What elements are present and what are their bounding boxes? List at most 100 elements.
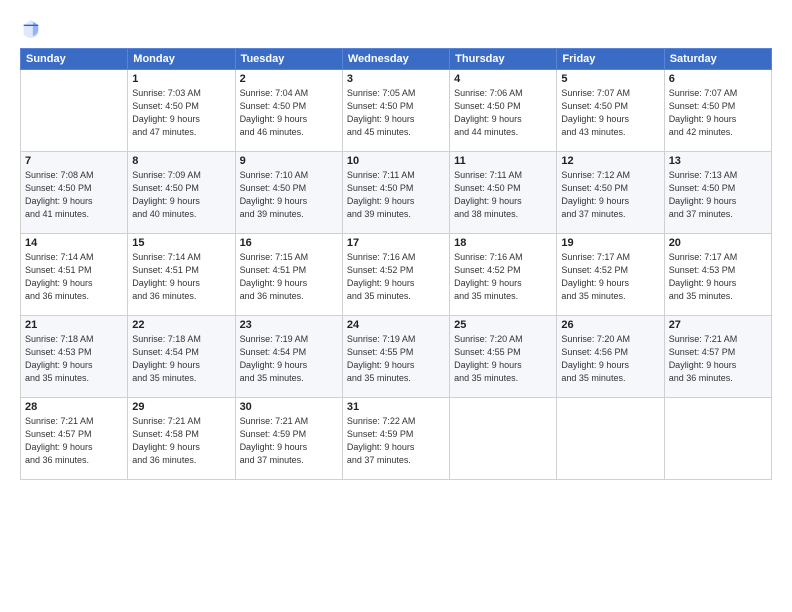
day-number: 29 [132, 401, 230, 413]
weekday-header-tuesday: Tuesday [235, 49, 342, 70]
calendar-cell: 20Sunrise: 7:17 AM Sunset: 4:53 PM Dayli… [664, 234, 771, 316]
calendar-cell: 24 Sunrise: 7:19 AM Sunset: 4:55 PM Dayli… [342, 316, 449, 398]
cell-info: Sunrise: 7:18 AM Sunset: 4:54 PM Dayligh… [132, 333, 230, 385]
day-number: 14 [25, 237, 123, 249]
day-number: 27 [669, 319, 767, 331]
calendar-cell: 4 Sunrise: 7:06 AM Sunset: 4:50 PM Daylig… [450, 70, 557, 152]
calendar-cell: 19Sunrise: 7:17 AM Sunset: 4:52 PM Dayli… [557, 234, 664, 316]
cell-info: Sunrise: 7:16 AM Sunset: 4:52 PM Dayligh… [454, 251, 552, 303]
cell-info: Sunrise: 7:07 AM Sunset: 4:50 PM Dayligh… [669, 87, 767, 139]
page: SundayMondayTuesdayWednesdayThursdayFrid… [0, 0, 792, 612]
calendar-cell: 23Sunrise: 7:19 AM Sunset: 4:54 PM Dayli… [235, 316, 342, 398]
calendar-cell: 27 Sunrise: 7:21 AM Sunset: 4:57 PM Dayli… [664, 316, 771, 398]
cell-info: Sunrise: 7:09 AM Sunset: 4:50 PM Dayligh… [132, 169, 230, 221]
cell-info: Sunrise: 7:16 AM Sunset: 4:52 PM Dayligh… [347, 251, 445, 303]
logo [20, 18, 44, 40]
cell-info: Sunrise: 7:03 AM Sunset: 4:50 PM Dayligh… [132, 87, 230, 139]
weekday-header-row: SundayMondayTuesdayWednesdayThursdayFrid… [21, 49, 772, 70]
calendar-cell: 10 Sunrise: 7:11 AM Sunset: 4:50 PM Dayli… [342, 152, 449, 234]
calendar-cell: 17Sunrise: 7:16 AM Sunset: 4:52 PM Dayli… [342, 234, 449, 316]
calendar-cell: 12 Sunrise: 7:12 AM Sunset: 4:50 PM Dayli… [557, 152, 664, 234]
weekday-header-saturday: Saturday [664, 49, 771, 70]
day-number: 7 [25, 155, 123, 167]
calendar-cell: 18 Sunrise: 7:16 AM Sunset: 4:52 PM Dayli… [450, 234, 557, 316]
cell-info: Sunrise: 7:11 AM Sunset: 4:50 PM Dayligh… [454, 169, 552, 221]
cell-info: Sunrise: 7:14 AM Sunset: 4:51 PM Dayligh… [132, 251, 230, 303]
calendar-cell: 1 Sunrise: 7:03 AM Sunset: 4:50 PM Daylig… [128, 70, 235, 152]
calendar-cell [21, 70, 128, 152]
day-number: 28 [25, 401, 123, 413]
cell-info: Sunrise: 7:21 AM Sunset: 4:57 PM Dayligh… [669, 333, 767, 385]
cell-info: Sunrise: 7:10 AM Sunset: 4:50 PM Dayligh… [240, 169, 338, 221]
cell-info: Sunrise: 7:21 AM Sunset: 4:57 PM Dayligh… [25, 415, 123, 467]
calendar-week-row: 21 Sunrise: 7:18 AM Sunset: 4:53 PM Dayli… [21, 316, 772, 398]
day-number: 25 [454, 319, 552, 331]
cell-info: Sunrise: 7:11 AM Sunset: 4:50 PM Dayligh… [347, 169, 445, 221]
cell-info: Sunrise: 7:08 AM Sunset: 4:50 PM Dayligh… [25, 169, 123, 221]
cell-info: Sunrise: 7:04 AM Sunset: 4:50 PM Dayligh… [240, 87, 338, 139]
cell-info: Sunrise: 7:21 AM Sunset: 4:59 PM Dayligh… [240, 415, 338, 467]
day-number: 12 [561, 155, 659, 167]
weekday-header-thursday: Thursday [450, 49, 557, 70]
day-number: 5 [561, 73, 659, 85]
cell-info: Sunrise: 7:19 AM Sunset: 4:55 PM Dayligh… [347, 333, 445, 385]
cell-info: Sunrise: 7:14 AM Sunset: 4:51 PM Dayligh… [25, 251, 123, 303]
day-number: 23 [240, 319, 338, 331]
calendar-cell: 30 Sunrise: 7:21 AM Sunset: 4:59 PM Dayli… [235, 398, 342, 480]
calendar-cell: 29 Sunrise: 7:21 AM Sunset: 4:58 PM Dayli… [128, 398, 235, 480]
cell-info: Sunrise: 7:17 AM Sunset: 4:52 PM Dayligh… [561, 251, 659, 303]
cell-info: Sunrise: 7:05 AM Sunset: 4:50 PM Dayligh… [347, 87, 445, 139]
cell-info: Sunrise: 7:21 AM Sunset: 4:58 PM Dayligh… [132, 415, 230, 467]
cell-info: Sunrise: 7:22 AM Sunset: 4:59 PM Dayligh… [347, 415, 445, 467]
calendar-cell: 25 Sunrise: 7:20 AM Sunset: 4:55 PM Dayli… [450, 316, 557, 398]
calendar-cell: 6 Sunrise: 7:07 AM Sunset: 4:50 PM Daylig… [664, 70, 771, 152]
calendar-cell: 26Sunrise: 7:20 AM Sunset: 4:56 PM Dayli… [557, 316, 664, 398]
day-number: 10 [347, 155, 445, 167]
calendar-week-row: 7 Sunrise: 7:08 AM Sunset: 4:50 PM Daylig… [21, 152, 772, 234]
day-number: 8 [132, 155, 230, 167]
calendar-cell [557, 398, 664, 480]
calendar-cell [450, 398, 557, 480]
day-number: 24 [347, 319, 445, 331]
cell-info: Sunrise: 7:06 AM Sunset: 4:50 PM Dayligh… [454, 87, 552, 139]
day-number: 21 [25, 319, 123, 331]
calendar-cell: 16Sunrise: 7:15 AM Sunset: 4:51 PM Dayli… [235, 234, 342, 316]
calendar-cell: 31 Sunrise: 7:22 AM Sunset: 4:59 PM Dayli… [342, 398, 449, 480]
cell-info: Sunrise: 7:18 AM Sunset: 4:53 PM Dayligh… [25, 333, 123, 385]
cell-info: Sunrise: 7:12 AM Sunset: 4:50 PM Dayligh… [561, 169, 659, 221]
calendar-week-row: 14 Sunrise: 7:14 AM Sunset: 4:51 PM Dayli… [21, 234, 772, 316]
calendar-cell: 2 Sunrise: 7:04 AM Sunset: 4:50 PM Daylig… [235, 70, 342, 152]
calendar-cell: 11 Sunrise: 7:11 AM Sunset: 4:50 PM Dayli… [450, 152, 557, 234]
day-number: 6 [669, 73, 767, 85]
calendar-cell: 5Sunrise: 7:07 AM Sunset: 4:50 PM Daylig… [557, 70, 664, 152]
calendar-cell: 28 Sunrise: 7:21 AM Sunset: 4:57 PM Dayli… [21, 398, 128, 480]
weekday-header-monday: Monday [128, 49, 235, 70]
calendar-cell: 22 Sunrise: 7:18 AM Sunset: 4:54 PM Dayli… [128, 316, 235, 398]
day-number: 3 [347, 73, 445, 85]
day-number: 30 [240, 401, 338, 413]
calendar-cell [664, 398, 771, 480]
day-number: 22 [132, 319, 230, 331]
header [20, 18, 772, 40]
cell-info: Sunrise: 7:20 AM Sunset: 4:55 PM Dayligh… [454, 333, 552, 385]
day-number: 2 [240, 73, 338, 85]
calendar-cell: 9 Sunrise: 7:10 AM Sunset: 4:50 PM Daylig… [235, 152, 342, 234]
cell-info: Sunrise: 7:20 AM Sunset: 4:56 PM Dayligh… [561, 333, 659, 385]
cell-info: Sunrise: 7:17 AM Sunset: 4:53 PM Dayligh… [669, 251, 767, 303]
weekday-header-wednesday: Wednesday [342, 49, 449, 70]
calendar-cell: 21 Sunrise: 7:18 AM Sunset: 4:53 PM Dayli… [21, 316, 128, 398]
day-number: 18 [454, 237, 552, 249]
day-number: 31 [347, 401, 445, 413]
day-number: 9 [240, 155, 338, 167]
day-number: 13 [669, 155, 767, 167]
calendar-week-row: 28 Sunrise: 7:21 AM Sunset: 4:57 PM Dayli… [21, 398, 772, 480]
day-number: 15 [132, 237, 230, 249]
day-number: 1 [132, 73, 230, 85]
calendar-table: SundayMondayTuesdayWednesdayThursdayFrid… [20, 48, 772, 480]
calendar-cell: 3 Sunrise: 7:05 AM Sunset: 4:50 PM Daylig… [342, 70, 449, 152]
day-number: 4 [454, 73, 552, 85]
weekday-header-friday: Friday [557, 49, 664, 70]
logo-icon [20, 18, 42, 40]
day-number: 11 [454, 155, 552, 167]
calendar-cell: 15 Sunrise: 7:14 AM Sunset: 4:51 PM Dayli… [128, 234, 235, 316]
